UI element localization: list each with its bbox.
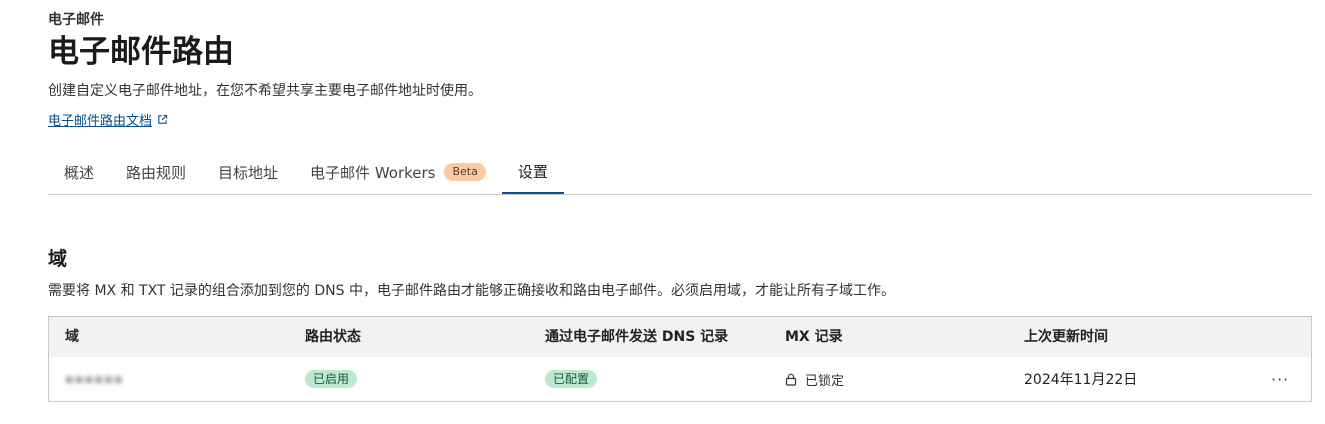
breadcrumb[interactable]: 电子邮件	[48, 9, 104, 29]
mx-records-cell: 已锁定	[785, 357, 844, 401]
email-routing-page: 电子邮件 电子邮件路由 创建自定义电子邮件地址，在您不希望共享主要电子邮件地址时…	[0, 0, 1325, 424]
page-title: 电子邮件路由	[48, 34, 234, 70]
beta-badge: Beta	[444, 163, 486, 181]
domain-cell: ▪▪▪▪▪▪	[65, 357, 124, 401]
tab-label: 路由规则	[126, 163, 187, 182]
tab-email-workers[interactable]: 电子邮件 Workers Beta	[294, 150, 502, 194]
doc-link-label: 电子邮件路由文档	[48, 114, 153, 129]
section-title: 域	[48, 248, 68, 270]
doc-link[interactable]: 电子邮件路由文档	[48, 110, 168, 129]
lock-icon	[785, 373, 797, 386]
status-badge: 已启用	[305, 370, 358, 388]
section-description: 需要将 MX 和 TXT 记录的组合添加到您的 DNS 中，电子邮件路由才能够正…	[48, 283, 895, 299]
domains-table: 域 路由状态 通过电子邮件发送 DNS 记录 MX 记录 上次更新时间 ▪▪▪▪…	[48, 316, 1312, 402]
column-header-last-updated: 上次更新时间	[1024, 329, 1108, 345]
domain-name: ▪▪▪▪▪▪	[65, 371, 124, 387]
tab-label: 电子邮件 Workers	[310, 163, 436, 182]
last-updated-cell: 2024年11月22日	[1024, 372, 1138, 388]
tab-label: 目标地址	[218, 163, 279, 182]
mx-status-text: 已锁定	[805, 373, 845, 389]
column-header-mx-records: MX 记录	[785, 329, 843, 345]
tab-settings[interactable]: 设置	[501, 150, 564, 194]
external-link-icon	[158, 114, 168, 124]
tab-label: 设置	[517, 162, 548, 181]
tab-label: 概述	[64, 163, 95, 182]
more-horizontal-icon[interactable]: ···	[1271, 370, 1289, 389]
mx-locked: 已锁定	[785, 370, 844, 389]
column-header-dns-records: 通过电子邮件发送 DNS 记录	[545, 329, 729, 345]
tab-routing-rules[interactable]: 路由规则	[110, 150, 202, 194]
dns-records-cell: 已配置	[545, 357, 598, 401]
row-actions-cell: ···	[1271, 357, 1289, 401]
routing-status-cell: 已启用	[305, 357, 358, 401]
table-row: ▪▪▪▪▪▪ 已启用 已配置 已锁定 2024年11月22日 ···	[49, 357, 1311, 401]
tab-overview[interactable]: 概述	[48, 150, 110, 194]
column-header-domain: 域	[65, 329, 79, 345]
tab-bar: 概述 路由规则 目标地址 电子邮件 Workers Beta 设置	[48, 150, 1312, 195]
dns-status-badge: 已配置	[545, 370, 598, 388]
column-header-routing-status: 路由状态	[305, 329, 361, 345]
page-description: 创建自定义电子邮件地址，在您不希望共享主要电子邮件地址时使用。	[48, 83, 482, 99]
table-header: 域 路由状态 通过电子邮件发送 DNS 记录 MX 记录 上次更新时间	[49, 317, 1311, 357]
tab-destination-addresses[interactable]: 目标地址	[202, 150, 294, 194]
